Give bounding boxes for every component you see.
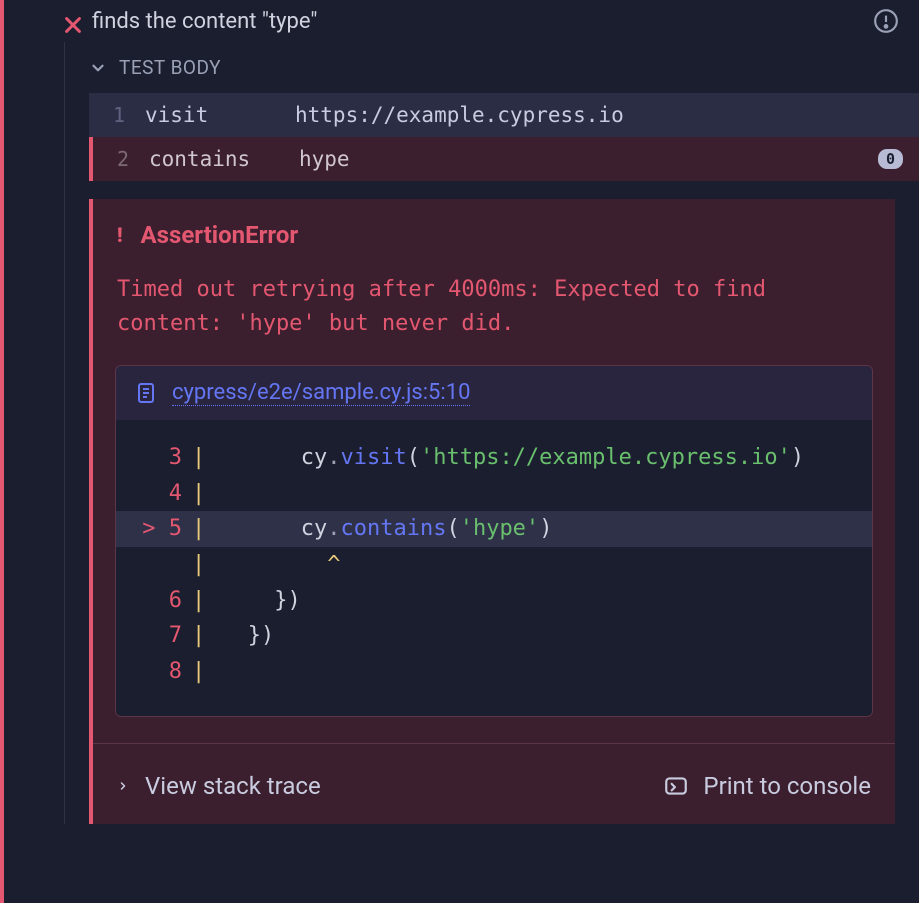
line-number: 3 (116, 440, 182, 476)
print-to-console-button[interactable]: Print to console (663, 772, 871, 800)
fail-x-icon (62, 14, 84, 36)
command-arg: https://example.cypress.io (295, 103, 624, 127)
error-actions: View stack trace Print to console (93, 743, 895, 800)
assertion-error-panel: ! AssertionError Timed out retrying afte… (89, 199, 895, 824)
code-content (221, 654, 872, 690)
warning-circle-icon (873, 8, 899, 34)
test-body-label: TEST BODY (119, 56, 221, 79)
error-file-link[interactable]: cypress/e2e/sample.cy.js:5:10 (172, 380, 470, 406)
code-body: 3| cy.visit('https://example.cypress.io'… (116, 420, 872, 715)
match-count-badge: 0 (878, 149, 903, 169)
error-title-row: ! AssertionError (93, 221, 895, 273)
code-line: 3| cy.visit('https://example.cypress.io'… (116, 440, 872, 476)
test-root: finds the content "type" TEST BODY 1 vis… (0, 0, 919, 903)
view-stack-trace-button[interactable]: View stack trace (117, 772, 321, 800)
chevron-right-icon (117, 777, 129, 795)
code-content: }) (221, 583, 872, 619)
gutter-pipe: | (182, 476, 221, 512)
gutter-pipe: | (182, 440, 221, 476)
gutter-pipe: | (182, 547, 221, 583)
command-name: visit (145, 103, 295, 127)
line-number: 8 (116, 654, 182, 690)
file-icon (134, 381, 158, 405)
code-line: | ^ (116, 547, 872, 583)
code-line: 4| (116, 476, 872, 512)
print-label: Print to console (703, 772, 871, 800)
line-number: > 5 (116, 511, 182, 547)
code-line: 8| (116, 654, 872, 690)
gutter-pipe: | (182, 511, 221, 547)
code-line: 6| }) (116, 583, 872, 619)
code-frame: cypress/e2e/sample.cy.js:5:10 3| cy.visi… (115, 365, 873, 716)
line-number: 6 (116, 583, 182, 619)
line-number: 7 (116, 618, 182, 654)
gutter-pipe: | (182, 654, 221, 690)
code-frame-header[interactable]: cypress/e2e/sample.cy.js:5:10 (116, 366, 872, 420)
command-row[interactable]: 1 visit https://example.cypress.io (89, 93, 919, 137)
line-number (116, 547, 182, 583)
code-content (221, 476, 872, 512)
gutter-pipe: | (182, 583, 221, 619)
console-icon (663, 773, 689, 799)
line-number: 4 (116, 476, 182, 512)
stack-toggle-label: View stack trace (145, 772, 321, 800)
command-name: contains (149, 147, 299, 171)
test-body-header[interactable]: TEST BODY (65, 42, 919, 93)
error-title: AssertionError (141, 221, 299, 249)
command-row-failed[interactable]: 2 contains hype 0 (89, 137, 919, 181)
test-title: finds the content "type" (92, 9, 317, 34)
command-number: 2 (117, 147, 149, 171)
code-content: cy.contains('hype') (221, 511, 872, 547)
exclaim-icon: ! (117, 223, 123, 247)
command-arg: hype (299, 147, 350, 171)
code-line-highlighted: > 5| cy.contains('hype') (116, 511, 872, 547)
chevron-down-icon (89, 59, 107, 77)
gutter-pipe: | (182, 618, 221, 654)
command-number: 1 (113, 103, 145, 127)
test-header[interactable]: finds the content "type" (4, 0, 919, 42)
code-content: cy.visit('https://example.cypress.io') (221, 440, 872, 476)
test-body: TEST BODY 1 visit https://example.cypres… (64, 42, 919, 824)
code-line: 7| }) (116, 618, 872, 654)
error-message: Timed out retrying after 4000ms: Expecte… (93, 273, 895, 365)
code-content: }) (221, 618, 872, 654)
code-content: ^ (221, 547, 872, 583)
